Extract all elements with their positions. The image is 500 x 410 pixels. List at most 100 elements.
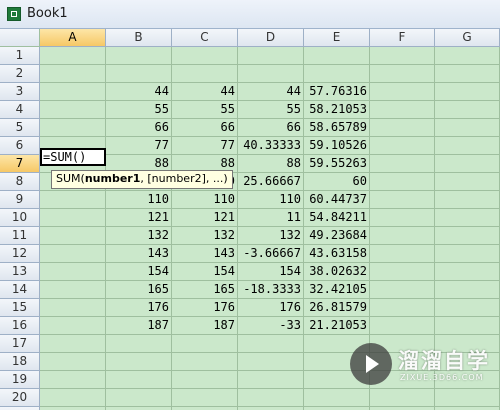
cell-b1[interactable] bbox=[106, 47, 172, 65]
cell-d5[interactable]: 66 bbox=[238, 119, 304, 137]
cell-e15[interactable]: 26.81579 bbox=[304, 299, 370, 317]
cell-c6[interactable]: 77 bbox=[172, 137, 238, 155]
cell-d12[interactable]: -3.66667 bbox=[238, 245, 304, 263]
cell-f16[interactable] bbox=[370, 317, 435, 335]
cell-g1[interactable] bbox=[435, 47, 500, 65]
cell-d1[interactable] bbox=[238, 47, 304, 65]
cell-f11[interactable] bbox=[370, 227, 435, 245]
row-header-7[interactable]: 7 bbox=[0, 155, 40, 173]
cell-e12[interactable]: 43.63158 bbox=[304, 245, 370, 263]
cell-d3[interactable]: 44 bbox=[238, 83, 304, 101]
cell-f3[interactable] bbox=[370, 83, 435, 101]
cell-d7[interactable]: 88 bbox=[238, 155, 304, 173]
cell-c1[interactable] bbox=[172, 47, 238, 65]
cell-f14[interactable] bbox=[370, 281, 435, 299]
cell-g6[interactable] bbox=[435, 137, 500, 155]
cell-c5[interactable]: 66 bbox=[172, 119, 238, 137]
row-header-12[interactable]: 12 bbox=[0, 245, 40, 263]
cell-a2[interactable] bbox=[40, 65, 106, 83]
cell-c9[interactable]: 110 bbox=[172, 191, 238, 209]
row-header-5[interactable]: 5 bbox=[0, 119, 40, 137]
cell-b9[interactable]: 110 bbox=[106, 191, 172, 209]
cell-d6[interactable]: 40.33333 bbox=[238, 137, 304, 155]
cell-b13[interactable]: 154 bbox=[106, 263, 172, 281]
cell-b17[interactable] bbox=[106, 335, 172, 353]
cell-e16[interactable]: 21.21053 bbox=[304, 317, 370, 335]
cell-d14[interactable]: -18.3333 bbox=[238, 281, 304, 299]
column-header-a[interactable]: A bbox=[40, 29, 106, 47]
row-header-17[interactable]: 17 bbox=[0, 335, 40, 353]
cell-f15[interactable] bbox=[370, 299, 435, 317]
cell-c12[interactable]: 143 bbox=[172, 245, 238, 263]
cell-e5[interactable]: 58.65789 bbox=[304, 119, 370, 137]
cell-d16[interactable]: -33 bbox=[238, 317, 304, 335]
cell-g14[interactable] bbox=[435, 281, 500, 299]
cell-a5[interactable] bbox=[40, 119, 106, 137]
cell-c19[interactable] bbox=[172, 371, 238, 389]
cell-g10[interactable] bbox=[435, 209, 500, 227]
function-tooltip[interactable]: SUM(number1, [number2], ...) bbox=[51, 170, 233, 189]
cell-g7[interactable] bbox=[435, 155, 500, 173]
cell-g4[interactable] bbox=[435, 101, 500, 119]
row-header-1[interactable]: 1 bbox=[0, 47, 40, 65]
cell-c20[interactable] bbox=[172, 389, 238, 407]
cell-c18[interactable] bbox=[172, 353, 238, 371]
row-header-8[interactable]: 8 bbox=[0, 173, 40, 191]
cell-a19[interactable] bbox=[40, 371, 106, 389]
cell-g13[interactable] bbox=[435, 263, 500, 281]
cell-b6[interactable]: 77 bbox=[106, 137, 172, 155]
cell-a3[interactable] bbox=[40, 83, 106, 101]
cell-f4[interactable] bbox=[370, 101, 435, 119]
column-header-c[interactable]: C bbox=[172, 29, 238, 47]
column-header-f[interactable]: F bbox=[370, 29, 435, 47]
row-header-3[interactable]: 3 bbox=[0, 83, 40, 101]
cell-g16[interactable] bbox=[435, 317, 500, 335]
cell-d10[interactable]: 11 bbox=[238, 209, 304, 227]
cell-b12[interactable]: 143 bbox=[106, 245, 172, 263]
cell-f5[interactable] bbox=[370, 119, 435, 137]
cell-e9[interactable]: 60.44737 bbox=[304, 191, 370, 209]
row-header-19[interactable]: 19 bbox=[0, 371, 40, 389]
cell-d9[interactable]: 110 bbox=[238, 191, 304, 209]
cell-f2[interactable] bbox=[370, 65, 435, 83]
cell-d11[interactable]: 132 bbox=[238, 227, 304, 245]
cell-b16[interactable]: 187 bbox=[106, 317, 172, 335]
cell-a1[interactable] bbox=[40, 47, 106, 65]
column-header-g[interactable]: G bbox=[435, 29, 500, 47]
cell-f13[interactable] bbox=[370, 263, 435, 281]
cell-e10[interactable]: 54.84211 bbox=[304, 209, 370, 227]
cell-e4[interactable]: 58.21053 bbox=[304, 101, 370, 119]
cell-a10[interactable] bbox=[40, 209, 106, 227]
cell-d2[interactable] bbox=[238, 65, 304, 83]
cell-a16[interactable] bbox=[40, 317, 106, 335]
cell-e1[interactable] bbox=[304, 47, 370, 65]
cell-d18[interactable] bbox=[238, 353, 304, 371]
cell-f1[interactable] bbox=[370, 47, 435, 65]
cell-e14[interactable]: 32.42105 bbox=[304, 281, 370, 299]
cell-e6[interactable]: 59.10526 bbox=[304, 137, 370, 155]
cell-c13[interactable]: 154 bbox=[172, 263, 238, 281]
cell-e8[interactable]: 60 bbox=[304, 173, 370, 191]
cell-b11[interactable]: 132 bbox=[106, 227, 172, 245]
cell-a18[interactable] bbox=[40, 353, 106, 371]
row-header-4[interactable]: 4 bbox=[0, 101, 40, 119]
cell-f10[interactable] bbox=[370, 209, 435, 227]
cell-b18[interactable] bbox=[106, 353, 172, 371]
cell-b10[interactable]: 121 bbox=[106, 209, 172, 227]
row-header-20[interactable]: 20 bbox=[0, 389, 40, 407]
row-header-9[interactable]: 9 bbox=[0, 191, 40, 209]
cell-b4[interactable]: 55 bbox=[106, 101, 172, 119]
row-header-13[interactable]: 13 bbox=[0, 263, 40, 281]
cell-a11[interactable] bbox=[40, 227, 106, 245]
cell-f7[interactable] bbox=[370, 155, 435, 173]
cell-e11[interactable]: 49.23684 bbox=[304, 227, 370, 245]
cell-a20[interactable] bbox=[40, 389, 106, 407]
cell-a9[interactable] bbox=[40, 191, 106, 209]
cell-g9[interactable] bbox=[435, 191, 500, 209]
cell-f8[interactable] bbox=[370, 173, 435, 191]
cell-d15[interactable]: 176 bbox=[238, 299, 304, 317]
cell-g3[interactable] bbox=[435, 83, 500, 101]
cell-g8[interactable] bbox=[435, 173, 500, 191]
cell-d13[interactable]: 154 bbox=[238, 263, 304, 281]
cell-e13[interactable]: 38.02632 bbox=[304, 263, 370, 281]
